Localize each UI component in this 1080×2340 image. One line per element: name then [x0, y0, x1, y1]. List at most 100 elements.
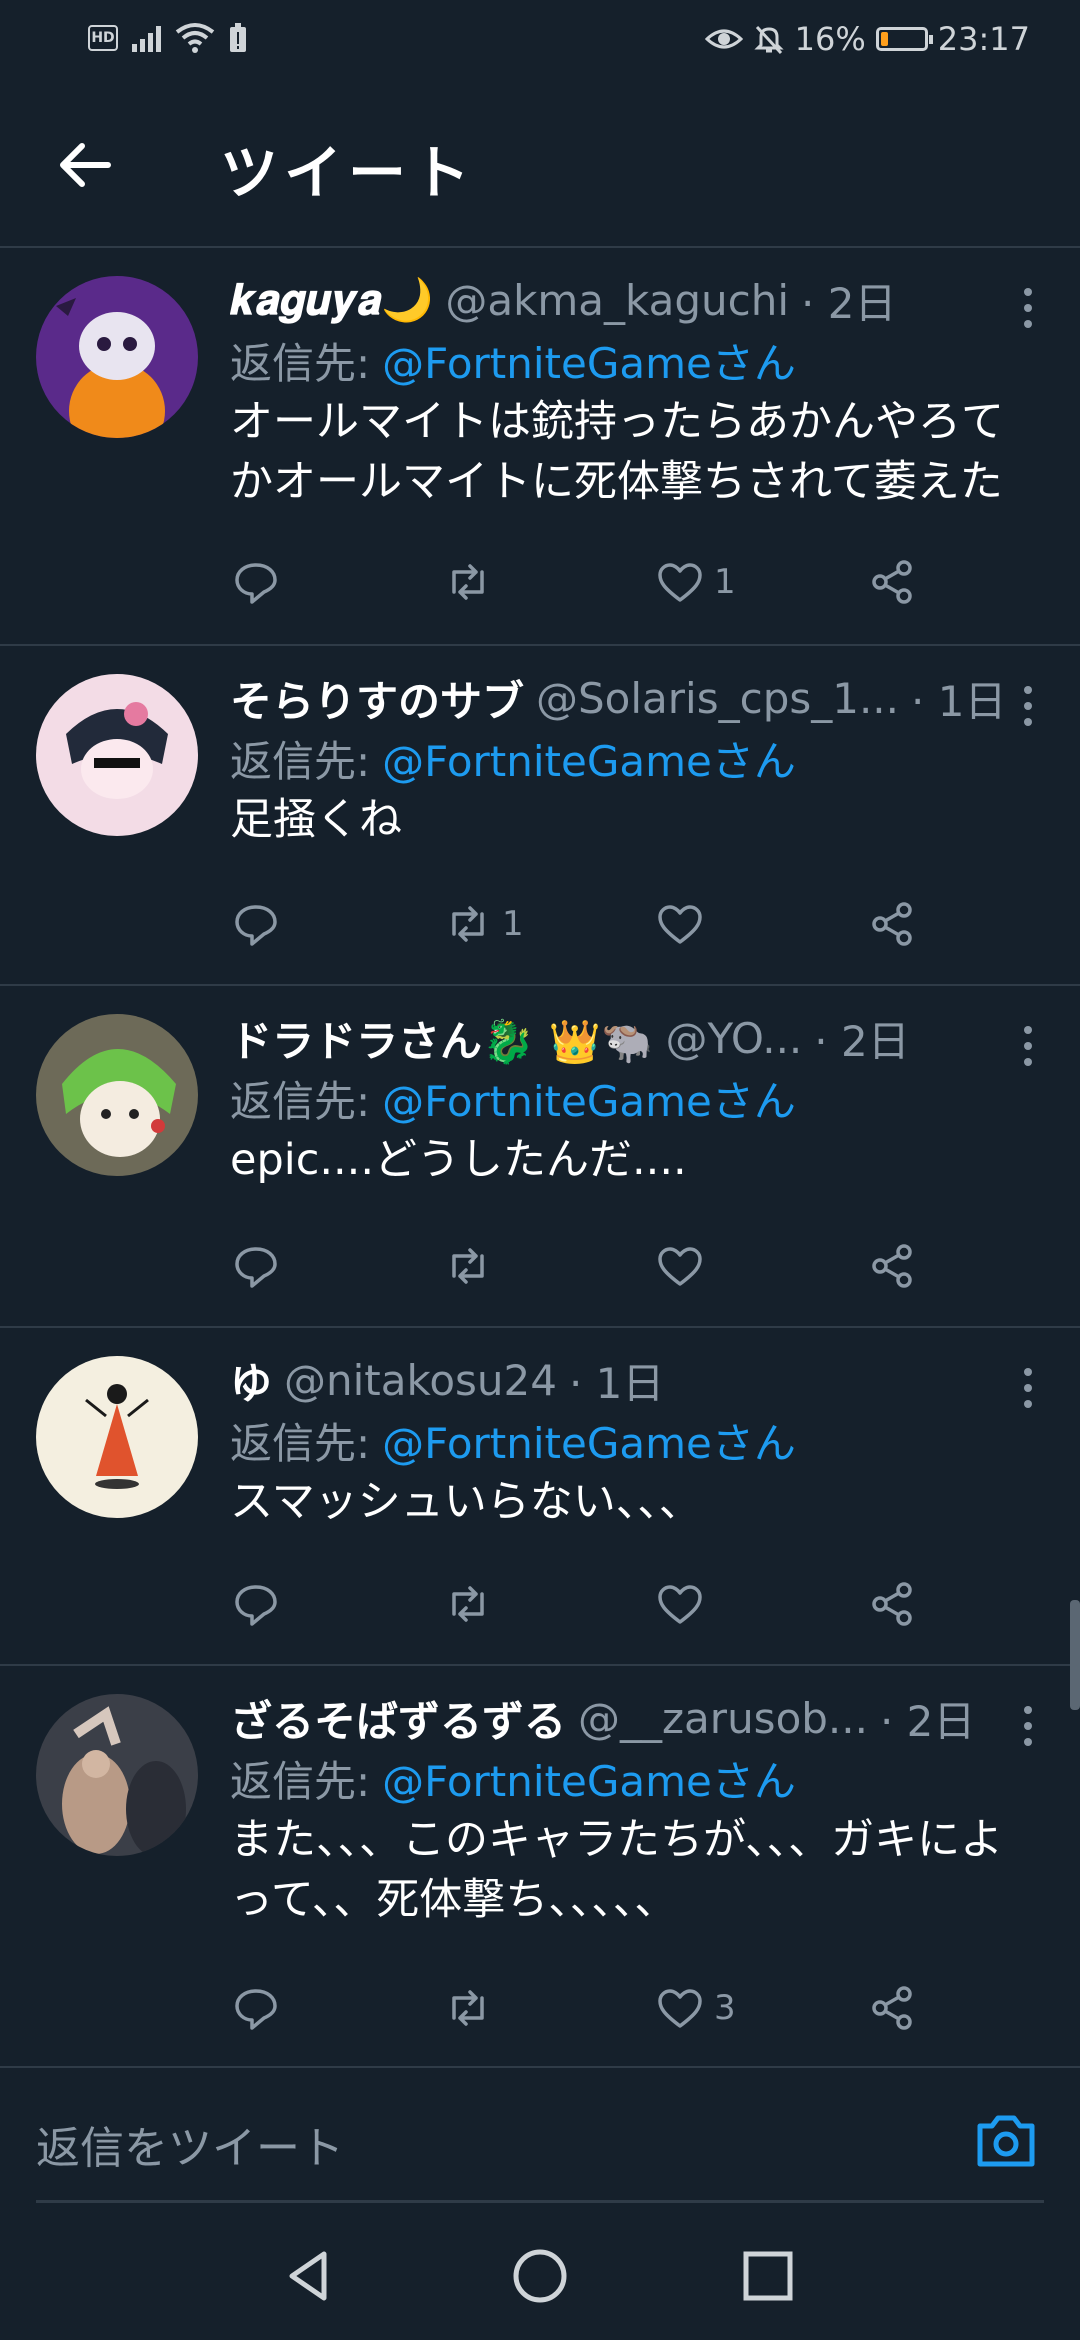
- user-handle[interactable]: @Solaris_cps_1...: [536, 674, 899, 723]
- more-options-icon[interactable]: [1018, 1022, 1038, 1072]
- timestamp: · 2日: [879, 1696, 976, 1746]
- reply-label: 返信先:: [230, 1418, 371, 1468]
- heart-icon: [658, 563, 702, 602]
- timestamp: · 1日: [911, 676, 1007, 726]
- comment-icon: [235, 1247, 277, 1288]
- system-nav-bar: [0, 2210, 1080, 2340]
- display-name[interactable]: ざるそばずるずる: [230, 1688, 566, 1748]
- share-button[interactable]: [866, 894, 918, 954]
- reply-context: 返信先: @FortniteGameさん: [230, 1410, 1040, 1470]
- user-handle[interactable]: @__zarusob...: [578, 1694, 868, 1743]
- page-title: ツイート: [220, 139, 477, 207]
- retweet-icon: [452, 564, 484, 600]
- avatar[interactable]: [36, 1014, 198, 1176]
- heart-icon: [658, 1989, 702, 2028]
- reply-to-link[interactable]: @FortniteGameさん: [382, 1410, 796, 1471]
- share-button[interactable]: [866, 552, 918, 612]
- reply-button[interactable]: [230, 1236, 442, 1296]
- composer-divider: [36, 2200, 1044, 2203]
- reply-input[interactable]: 返信をツイート: [36, 2112, 344, 2176]
- display-name[interactable]: そらりすのサブ: [230, 668, 524, 728]
- reply-label: 返信先:: [230, 1076, 371, 1126]
- retweet-icon: [452, 1586, 484, 1622]
- tweet-item[interactable]: ざるそばずるずる @__zarusob... · 2日 返信先: @Fortni…: [0, 1666, 1080, 2068]
- reply-button[interactable]: [230, 1574, 442, 1634]
- tweet-item[interactable]: ドラドラさん🐉 👑🐃 @YO... · 2日 返信先: @FortniteGam…: [0, 986, 1080, 1328]
- avatar[interactable]: [36, 1356, 198, 1518]
- hd-icon: HD: [88, 25, 118, 51]
- timestamp: · 2日: [801, 278, 897, 328]
- like-button[interactable]: [654, 894, 866, 954]
- reply-to-link[interactable]: @FortniteGameさん: [382, 728, 796, 789]
- retweet-button[interactable]: 1: [442, 894, 654, 954]
- more-options-icon[interactable]: [1018, 284, 1038, 334]
- like-button[interactable]: [654, 1236, 866, 1296]
- reply-to-link[interactable]: @FortniteGameさん: [382, 1068, 796, 1129]
- more-options-icon[interactable]: [1018, 682, 1038, 732]
- comment-icon: [235, 1585, 277, 1626]
- like-button[interactable]: [654, 1574, 866, 1634]
- reply-button[interactable]: [230, 1978, 442, 2038]
- tweet-actions: [230, 1574, 930, 1634]
- bell-muted-icon: [754, 25, 784, 55]
- retweet-button[interactable]: [442, 1978, 654, 2038]
- timestamp: · 1日: [568, 1358, 665, 1408]
- nav-recents-icon[interactable]: [738, 2246, 798, 2306]
- display-name[interactable]: ドラドラさん🐉 👑🐃: [230, 1008, 654, 1068]
- clock: 23:17: [937, 20, 1030, 58]
- user-handle[interactable]: @akma_kaguchi: [445, 276, 789, 325]
- retweet-button[interactable]: [442, 1574, 654, 1634]
- share-icon: [872, 902, 912, 946]
- reply-to-link[interactable]: @FortniteGameさん: [382, 1748, 796, 1809]
- timestamp: · 2日: [814, 1016, 910, 1066]
- retweet-button[interactable]: [442, 552, 654, 612]
- tweet-actions: 1: [230, 894, 930, 954]
- share-button[interactable]: [866, 1978, 918, 2038]
- tweet-item[interactable]: 𝒌𝒂𝒈𝒖𝒚𝒂🌙 @akma_kaguchi · 2日 返信先: @Fortnit…: [0, 248, 1080, 646]
- nav-home-icon[interactable]: [510, 2246, 570, 2306]
- scrollbar-thumb[interactable]: [1070, 1600, 1080, 1710]
- avatar[interactable]: [36, 276, 198, 438]
- display-name[interactable]: 𝒌𝒂𝒈𝒖𝒚𝒂🌙: [230, 275, 433, 325]
- share-button[interactable]: [866, 1574, 918, 1634]
- reply-button[interactable]: [230, 894, 442, 954]
- share-button[interactable]: [866, 1236, 918, 1296]
- comment-icon: [235, 1989, 277, 2030]
- more-options-icon[interactable]: [1018, 1702, 1038, 1752]
- tweet-text: epic....どうしたんだ....: [230, 1135, 687, 1185]
- reply-label: 返信先:: [230, 338, 371, 388]
- reply-context: 返信先: @FortniteGameさん: [230, 330, 1040, 390]
- heart-icon: [658, 1247, 702, 1286]
- more-options-icon[interactable]: [1018, 1364, 1038, 1414]
- back-arrow-icon[interactable]: [50, 130, 120, 200]
- tweet-text: また、、、このキャラたちが、、、ガキによって、、死体撃ち、、、、、: [230, 1815, 1004, 1925]
- share-icon: [872, 1582, 912, 1626]
- share-icon: [872, 560, 912, 604]
- nav-back-icon[interactable]: [280, 2246, 340, 2306]
- reply-button[interactable]: [230, 552, 442, 612]
- user-handle[interactable]: @nitakosu24: [284, 1356, 557, 1405]
- avatar[interactable]: [36, 1694, 198, 1856]
- battery-icon: [875, 27, 933, 51]
- like-button[interactable]: 1: [654, 552, 866, 612]
- reply-context: 返信先: @FortniteGameさん: [230, 728, 1040, 788]
- avatar[interactable]: [36, 674, 198, 836]
- comment-icon: [235, 905, 277, 946]
- tweet-item[interactable]: そらりすのサブ @Solaris_cps_1... · 1日 返信先: @For…: [0, 646, 1080, 986]
- battery-percent: 16%: [794, 20, 866, 58]
- user-handle[interactable]: @YO...: [666, 1014, 803, 1063]
- like-count: 3: [714, 1988, 736, 2028]
- tweet-text: オールマイトは銃持ったらあかんやろてかオールマイトに死体撃ちされて萎えた: [230, 397, 1004, 507]
- reply-to-link[interactable]: @FortniteGameさん: [382, 330, 796, 391]
- tweet-item[interactable]: ゆ @nitakosu24 · 1日 返信先: @FortniteGameさん …: [0, 1328, 1080, 1666]
- tweet-actions: 3: [230, 1978, 930, 2038]
- camera-icon[interactable]: [974, 2110, 1038, 2170]
- retweet-button[interactable]: [442, 1236, 654, 1296]
- tweet-actions: [230, 1236, 930, 1296]
- reply-composer: 返信をツイート: [0, 2068, 1080, 2208]
- retweet-count: 1: [502, 904, 524, 944]
- comment-icon: [235, 563, 277, 604]
- reply-label: 返信先:: [230, 736, 371, 786]
- like-button[interactable]: 3: [654, 1978, 866, 2038]
- display-name[interactable]: ゆ: [230, 1350, 272, 1410]
